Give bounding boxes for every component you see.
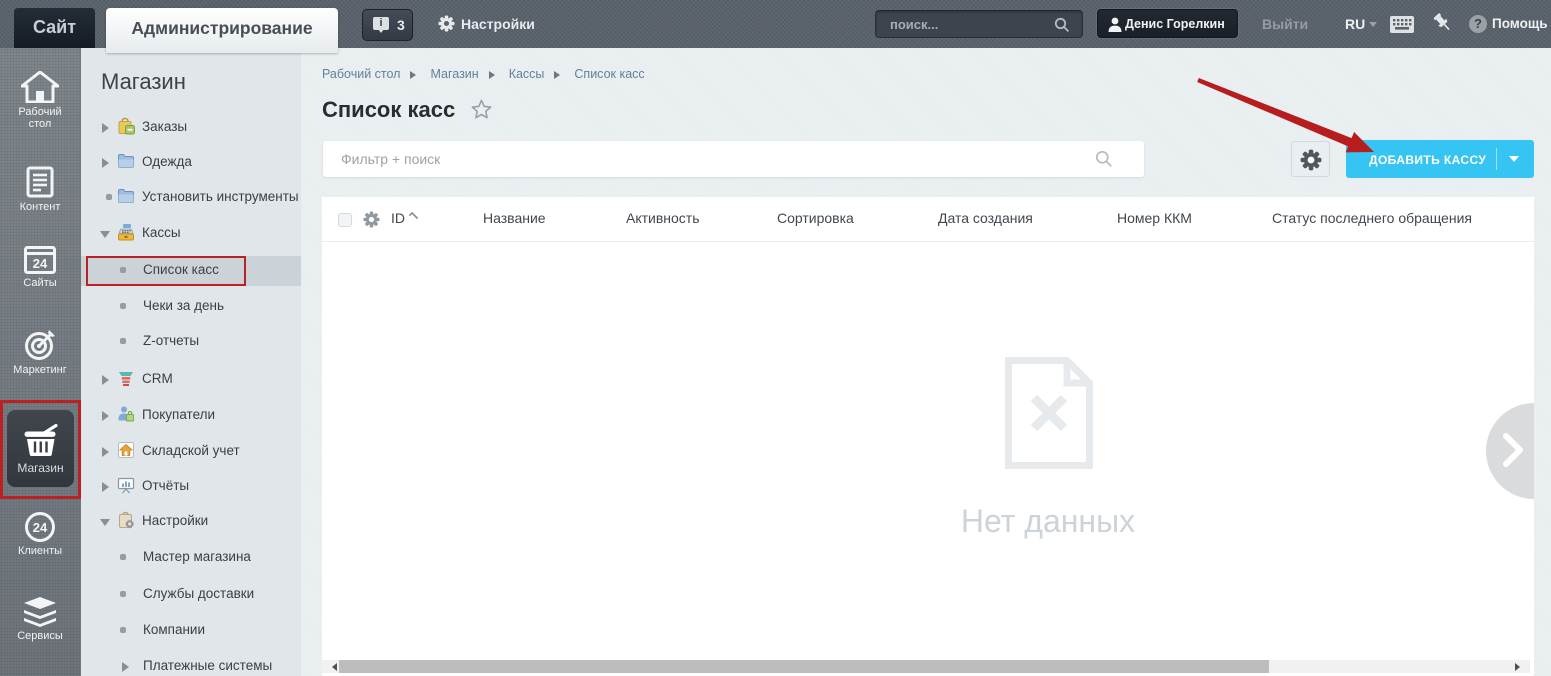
svg-text:24: 24 xyxy=(33,256,48,271)
svg-text:24: 24 xyxy=(33,520,48,535)
